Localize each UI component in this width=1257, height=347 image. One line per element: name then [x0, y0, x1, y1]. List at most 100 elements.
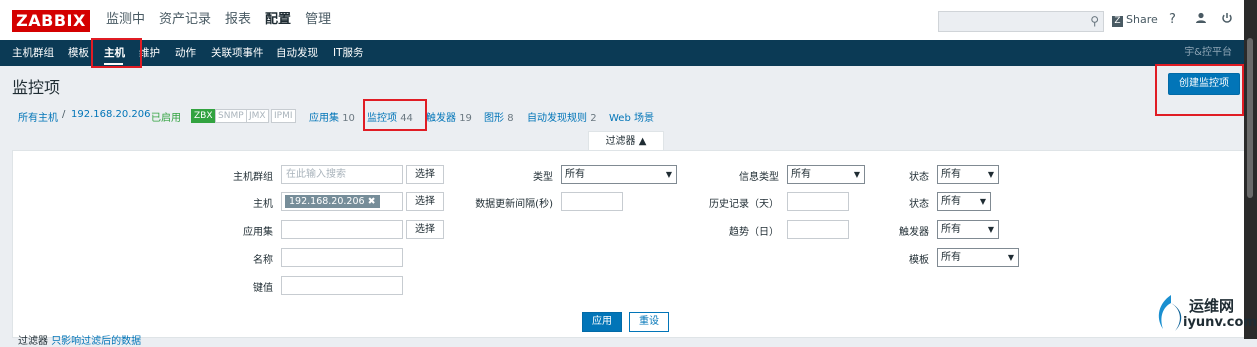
- chevron-down-icon: ▼: [1007, 253, 1014, 262]
- application-input[interactable]: [281, 220, 403, 239]
- type-label: 类型: [533, 172, 553, 183]
- page-content: 监控项 创建监控项 所有主机 / 192.168.20.206 已启用 ZBX …: [0, 66, 1246, 338]
- tab-discovery-rules[interactable]: 自动发现规则 2: [527, 109, 597, 124]
- nav-reports[interactable]: 报表: [225, 0, 251, 40]
- page-title: 监控项: [12, 78, 61, 97]
- tab-applications[interactable]: 应用集 10: [309, 109, 355, 124]
- hostgroup-input[interactable]: 在此输入搜索: [281, 165, 403, 184]
- application-label: 应用集: [243, 227, 273, 238]
- info-type-label: 信息类型: [739, 172, 779, 183]
- subnav-actions[interactable]: 动作: [175, 40, 196, 66]
- state-select[interactable]: 所有 ▼: [937, 165, 999, 184]
- tab-triggers-count: 19: [459, 113, 472, 124]
- chevron-down-icon: ▼: [987, 170, 994, 179]
- filter-toggle-tab[interactable]: 过滤器 ▲: [588, 131, 664, 151]
- chevron-down-icon: ▼: [979, 197, 986, 206]
- subnav-host-groups[interactable]: 主机群组: [12, 40, 54, 66]
- chevron-down-icon: ▼: [665, 170, 672, 179]
- template-select[interactable]: 所有 ▼: [937, 248, 1019, 267]
- type-select-value: 所有: [565, 169, 585, 180]
- breadcrumb-all-hosts[interactable]: 所有主机: [18, 109, 58, 124]
- main-nav: 监测中 资产记录 报表 配置 管理: [106, 0, 345, 40]
- host-input[interactable]: 192.168.20.206 ✖: [281, 192, 403, 211]
- status-label: 状态: [909, 199, 929, 210]
- host-status-enabled[interactable]: 已启用: [151, 109, 181, 124]
- badge-ipmi: IPMI: [271, 109, 296, 123]
- state-label: 状态: [909, 172, 929, 183]
- zabbix-logo[interactable]: ZABBIX: [12, 10, 90, 32]
- highlight-hosts-tab: [91, 38, 142, 68]
- share-label: Share: [1126, 13, 1158, 26]
- template-label: 模板: [909, 255, 929, 266]
- interval-input[interactable]: [561, 192, 623, 211]
- host-select-button[interactable]: 选择: [406, 192, 444, 211]
- application-select-button[interactable]: 选择: [406, 220, 444, 239]
- breadcrumb-host[interactable]: 192.168.20.206: [71, 109, 151, 120]
- reset-button[interactable]: 重设: [629, 312, 669, 332]
- info-type-select-value: 所有: [791, 169, 811, 180]
- remove-host-icon[interactable]: ✖: [368, 196, 376, 207]
- trigger-select[interactable]: 所有 ▼: [937, 220, 999, 239]
- scrollbar-thumb[interactable]: [1247, 38, 1253, 198]
- key-label: 键值: [253, 283, 273, 294]
- subnav-it-services[interactable]: IT服务: [333, 40, 364, 66]
- tab-graphs-label: 图形: [484, 113, 504, 124]
- template-select-value: 所有: [941, 252, 961, 263]
- key-input[interactable]: [281, 276, 403, 295]
- filter-note: 过滤器 只影响过滤后的数据: [18, 332, 141, 347]
- badge-zbx: ZBX: [191, 109, 216, 123]
- user-profile-icon[interactable]: [1195, 12, 1207, 28]
- tab-triggers[interactable]: 触发器 19: [426, 109, 472, 124]
- search-input[interactable]: ⚲: [938, 11, 1104, 32]
- filter-panel: 主机群组 在此输入搜索 选择 主机 192.168.20.206 ✖ 选择 应用…: [12, 150, 1246, 338]
- subnav-templates[interactable]: 模板: [68, 40, 89, 66]
- chevron-down-icon: ▼: [987, 225, 994, 234]
- top-header: ZABBIX 监测中 资产记录 报表 配置 管理 ⚲ Z Share ?: [0, 0, 1244, 40]
- nav-inventory[interactable]: 资产记录: [159, 0, 211, 40]
- status-select[interactable]: 所有 ▼: [937, 192, 991, 211]
- tab-graphs-count: 8: [507, 113, 514, 124]
- hostgroup-label: 主机群组: [233, 172, 273, 183]
- tab-applications-count: 10: [342, 113, 355, 124]
- tab-graphs[interactable]: 图形 8: [484, 109, 514, 124]
- search-icon[interactable]: ⚲: [1090, 14, 1099, 28]
- subnav-maintenance[interactable]: 维护: [139, 40, 160, 66]
- sub-nav: 主机群组 模板 主机 维护 动作 关联项事件 自动发现 IT服务 宇&控平台: [0, 40, 1244, 66]
- state-select-value: 所有: [941, 169, 961, 180]
- brand-label: 宇&控平台: [1184, 47, 1232, 58]
- tab-discovery-rules-count: 2: [590, 113, 597, 124]
- tab-applications-label: 应用集: [309, 113, 339, 124]
- subnav-discovery[interactable]: 自动发现: [276, 40, 318, 66]
- watermark-url: iyunv.com: [1183, 315, 1257, 330]
- status-select-value: 所有: [941, 196, 961, 207]
- power-icon[interactable]: [1221, 12, 1233, 28]
- apply-button[interactable]: 应用: [582, 312, 622, 332]
- tab-web-scenarios[interactable]: Web 场景: [609, 109, 654, 124]
- highlight-items-tab: [363, 99, 427, 131]
- filter-note-text[interactable]: 只影响过滤后的数据: [51, 336, 141, 347]
- share-icon: Z: [1112, 16, 1123, 27]
- watermark-title: 运维网: [1189, 297, 1235, 315]
- type-select[interactable]: 所有 ▼: [561, 165, 677, 184]
- nav-monitoring[interactable]: 监测中: [106, 0, 145, 40]
- name-input[interactable]: [281, 248, 403, 267]
- breadcrumb-separator: /: [62, 109, 66, 120]
- info-type-select[interactable]: 所有 ▼: [787, 165, 865, 184]
- history-input[interactable]: [787, 192, 849, 211]
- name-label: 名称: [253, 255, 273, 266]
- nav-configuration[interactable]: 配置: [265, 0, 291, 40]
- host-chip-label: 192.168.20.206: [289, 196, 365, 207]
- subnav-correlation[interactable]: 关联项事件: [211, 40, 264, 66]
- hostgroup-select-button[interactable]: 选择: [406, 165, 444, 184]
- badge-snmp: SNMP: [215, 109, 247, 123]
- tab-triggers-label: 触发器: [426, 113, 456, 124]
- nav-administration[interactable]: 管理: [305, 0, 331, 40]
- trend-label: 趋势（日）: [729, 227, 779, 238]
- help-icon[interactable]: ?: [1169, 12, 1176, 27]
- trend-input[interactable]: [787, 220, 849, 239]
- share-link[interactable]: Z Share: [1112, 13, 1158, 27]
- watermark: 运维网 iyunv.com: [1153, 293, 1257, 337]
- trigger-select-value: 所有: [941, 224, 961, 235]
- highlight-create-button: [1155, 64, 1244, 116]
- chevron-down-icon: ▼: [853, 170, 860, 179]
